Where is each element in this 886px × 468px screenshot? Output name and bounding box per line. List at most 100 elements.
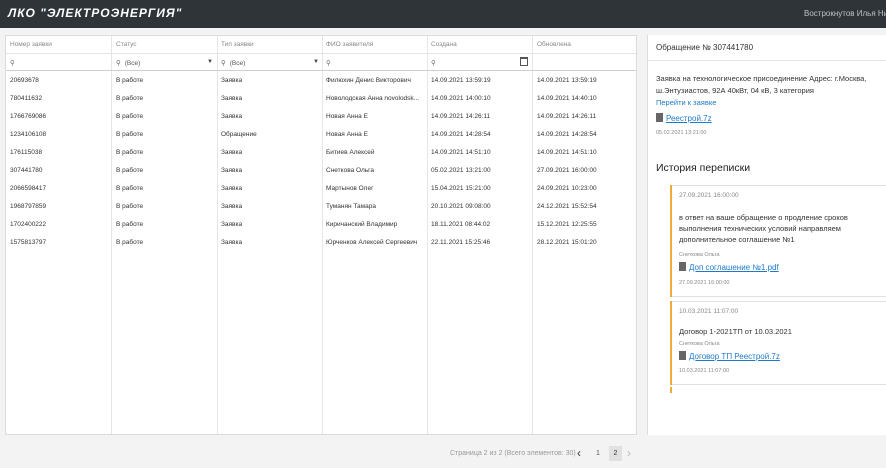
cell-type: Заявка <box>221 185 243 192</box>
column-header-type[interactable]: Тип заявки <box>221 41 254 48</box>
cell-updated: 14.09.2021 14:26:11 <box>537 113 597 120</box>
cell-created: 05.02.2021 13:21:00 <box>431 167 491 174</box>
cell-type: Заявка <box>221 239 243 246</box>
cell-created: 15.04.2021 15:21:00 <box>431 185 491 192</box>
cell-type: Заявка <box>221 221 243 228</box>
message-attachment-date: 27.09.2021 16:00:00 <box>679 280 730 286</box>
table-row[interactable]: 307441780 В работе Заявка Снеткова Ольга… <box>6 162 636 180</box>
message-attachment[interactable]: Доп соглашение №1.pdf <box>679 262 779 272</box>
filter-created[interactable]: ⚲ <box>431 59 440 67</box>
filter-status[interactable]: ⚲ (Все) <box>116 59 140 67</box>
file-icon <box>679 262 686 271</box>
pagination-info: Страница 2 из 2 (Всего элементов: 30) <box>450 450 576 457</box>
request-description: Заявка на технологическое присоединение … <box>656 73 884 109</box>
attachment[interactable]: Реестрой.7z <box>656 113 712 123</box>
cell-status: В работе <box>116 239 144 246</box>
history-title: История переписки <box>656 162 751 174</box>
cell-applicant: Битиев Алексей <box>326 149 375 156</box>
cell-applicant: Новая Анна Е <box>326 131 368 138</box>
table-row[interactable]: 20693678 В работе Заявка Филюхин Денис В… <box>6 72 636 90</box>
message-author: Снеткова Ольга <box>679 252 720 258</box>
cell-applicant: Новолодская Анна novolodsk... <box>326 95 420 102</box>
goto-request-link[interactable]: Перейти к заявке <box>656 98 716 107</box>
cell-status: В работе <box>116 95 144 102</box>
chevron-left-icon[interactable]: ‹ <box>577 446 581 460</box>
column-header-created[interactable]: Создана <box>431 41 457 48</box>
cell-status: В работе <box>116 221 144 228</box>
page-1-button[interactable]: 1 <box>596 450 600 457</box>
cell-applicant: Туманян Тамара <box>326 203 376 210</box>
requests-grid: Номер заявки Статус Тип заявки ФИО заяви… <box>5 35 637 435</box>
cell-updated: 27.09.2021 16:00:00 <box>537 167 597 174</box>
table-row[interactable]: 176115038 В работе Заявка Битиев Алексей… <box>6 144 636 162</box>
message-attachment-link[interactable]: Доп соглашение №1.pdf <box>689 263 779 272</box>
cell-updated: 24.12.2021 15:52:54 <box>537 203 597 210</box>
filter-type-value: (Все) <box>229 60 246 67</box>
calendar-icon[interactable] <box>520 57 528 66</box>
cell-created: 14.09.2021 14:28:54 <box>431 131 491 138</box>
cell-type: Заявка <box>221 77 243 84</box>
app-title: ЛКО "ЭЛЕКТРОЭНЕРГИЯ" <box>8 6 183 20</box>
cell-created: 20.10.2021 09:08:00 <box>431 203 491 210</box>
filter-applicant[interactable]: ⚲ <box>326 59 335 67</box>
column-header-updated[interactable]: Обновлена <box>537 41 571 48</box>
message-attachment[interactable]: Договор ТП Реестрой.7z <box>679 351 780 361</box>
message-text: Договор 1-2021ТП от 10.03.2021 <box>679 327 792 336</box>
search-icon: ⚲ <box>326 60 331 67</box>
column-header-applicant[interactable]: ФИО заявителя <box>326 41 373 48</box>
file-icon <box>656 113 663 122</box>
top-bar: ЛКО "ЭЛЕКТРОЭНЕРГИЯ" Вострокнутов Илья Н… <box>0 0 886 28</box>
cell-type: Заявка <box>221 95 243 102</box>
table-row[interactable]: 1234106108 В работе Обращение Новая Анна… <box>6 126 636 144</box>
cell-applicant: Мартынов Олег <box>326 185 374 192</box>
filter-number[interactable]: ⚲ <box>10 59 19 67</box>
cell-created: 14.09.2021 14:26:11 <box>431 113 491 120</box>
column-header-status[interactable]: Статус <box>116 41 137 48</box>
description-text: Заявка на технологическое присоединение … <box>656 74 867 95</box>
cell-applicant: Юрченков Алексей Сергеевич <box>326 239 418 246</box>
filter-row: ⚲ ⚲ (Все) ▼ ⚲ (Все) ▼ ⚲ ⚲ <box>6 54 636 71</box>
column-header-number[interactable]: Номер заявки <box>10 41 52 48</box>
message-attachment-date: 10.03.2021 11:07:00 <box>679 368 730 374</box>
search-icon: ⚲ <box>116 60 121 67</box>
table-row[interactable]: 1702400222 В работе Заявка Киричанский В… <box>6 216 636 234</box>
table-row[interactable]: 1575813797 В работе Заявка Юрченков Алек… <box>6 234 636 252</box>
cell-type: Обращение <box>221 131 257 138</box>
grid-header: Номер заявки Статус Тип заявки ФИО заяви… <box>6 36 636 54</box>
cell-updated: 24.09.2021 10:23:00 <box>537 185 597 192</box>
message-date: 10.03.2021 11:07:00 <box>679 308 739 315</box>
message-attachment-link[interactable]: Договор ТП Реестрой.7z <box>689 352 780 361</box>
table-row[interactable]: 1968797859 В работе Заявка Туманян Тамар… <box>6 198 636 216</box>
table-row[interactable]: 780411632 В работе Заявка Новолодская Ан… <box>6 90 636 108</box>
chevron-right-icon[interactable]: › <box>627 446 631 460</box>
user-name[interactable]: Вострокнутов Илья Ни <box>804 9 886 18</box>
cell-status: В работе <box>116 203 144 210</box>
cell-number: 307441780 <box>10 167 43 174</box>
search-icon: ⚲ <box>431 60 436 67</box>
details-panel: Обращение № 307441780 Заявка на технолог… <box>647 35 886 435</box>
table-row[interactable]: 2066598417 В работе Заявка Мартынов Олег… <box>6 180 636 198</box>
cell-number: 780411632 <box>10 95 43 102</box>
cell-updated: 14.09.2021 14:51:10 <box>537 149 597 156</box>
cell-status: В работе <box>116 77 144 84</box>
chevron-down-icon[interactable]: ▼ <box>207 59 213 65</box>
table-row[interactable]: 1766769086 В работе Заявка Новая Анна Е … <box>6 108 636 126</box>
cell-applicant: Снеткова Ольга <box>326 167 374 174</box>
page-2-button[interactable]: 2 <box>609 446 622 461</box>
cell-created: 18.11.2021 08:44:02 <box>431 221 491 228</box>
cell-created: 14.09.2021 13:59:19 <box>431 77 491 84</box>
cell-updated: 15.12.2021 12:25:55 <box>537 221 597 228</box>
message-text: в ответ на ваше обращение о продление ср… <box>679 213 848 244</box>
filter-type[interactable]: ⚲ (Все) <box>221 59 245 67</box>
cell-number: 2066598417 <box>10 185 47 192</box>
cell-created: 22.11.2021 15:25:46 <box>431 239 491 246</box>
cell-type: Заявка <box>221 149 243 156</box>
cell-number: 1575813797 <box>10 239 47 246</box>
cell-updated: 14.09.2021 13:59:19 <box>537 77 597 84</box>
details-header: Обращение № 307441780 <box>648 35 886 61</box>
attachment-date: 05.02.2021 13:21:00 <box>656 130 707 136</box>
cell-updated: 14.09.2021 14:28:54 <box>537 131 597 138</box>
attachment-link[interactable]: Реестрой.7z <box>666 114 712 123</box>
chevron-down-icon[interactable]: ▼ <box>313 59 319 65</box>
details-title: Обращение № 307441780 <box>656 43 754 52</box>
